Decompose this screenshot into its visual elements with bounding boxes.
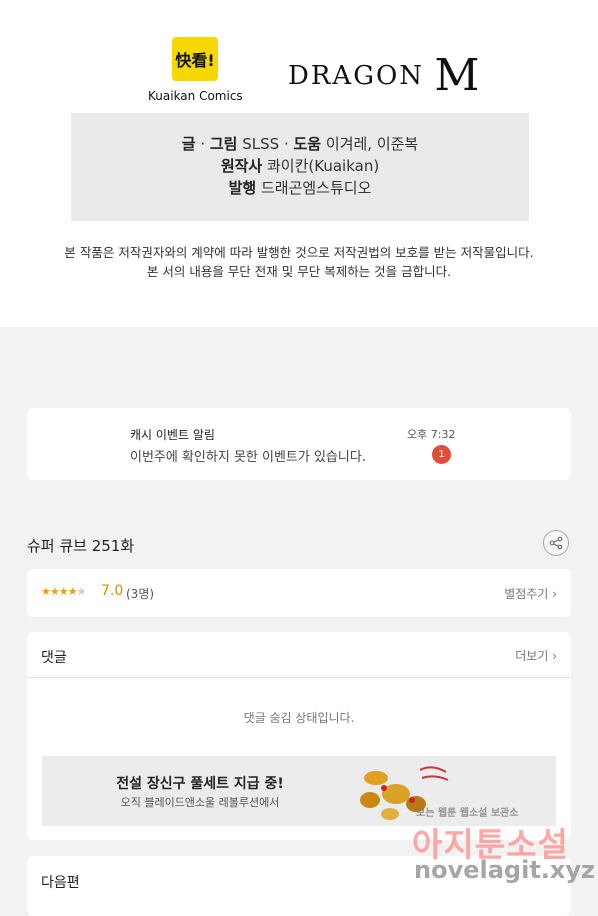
comments-more-label: 더보기 bbox=[515, 649, 549, 663]
divider bbox=[27, 677, 571, 678]
credits-box: 글 · 그림 SLSS · 도움 이겨레, 이준복 원작사 콰이칸(Kuaika… bbox=[71, 113, 529, 221]
publisher-label: 발행 bbox=[228, 179, 257, 197]
copyright-notice: 본 작품은 저작권자와의 계약에 따라 발행한 것으로 저작권법의 보호를 받는… bbox=[0, 243, 598, 281]
copyright-line-2: 본 서의 내용을 무단 전재 및 무단 복제하는 것을 금합니다. bbox=[146, 264, 452, 279]
next-episode-label: 다음편 bbox=[41, 875, 80, 891]
kuaikan-logo: 快看! bbox=[172, 37, 218, 81]
dragon-logo-m: M bbox=[434, 50, 482, 101]
artist-label: 그림 bbox=[209, 135, 238, 153]
rating-score: 7.0 bbox=[101, 583, 124, 599]
helper-names: 이겨레, 이준복 bbox=[325, 135, 419, 153]
accessory-set-image bbox=[360, 766, 449, 820]
comments-header: 댓글 bbox=[41, 650, 67, 666]
ad-banner-title: 전설 장신구 풀세트 지급 중! bbox=[116, 776, 284, 792]
publisher-name: 드래곤엠스튜디오 bbox=[260, 179, 372, 197]
chevron-right-icon: › bbox=[552, 649, 557, 663]
notification-count-badge: 1 bbox=[432, 445, 451, 464]
cash-event-time: 오후 7:32 bbox=[407, 428, 456, 441]
next-episode-bar[interactable]: 다음편 bbox=[27, 856, 571, 916]
kuaikan-logo-mark: 快看! bbox=[175, 51, 215, 70]
cash-event-description: 이번주에 확인하지 못한 이벤트가 있습니다. bbox=[130, 450, 366, 465]
author-name: SLSS bbox=[242, 135, 280, 153]
comments-more-button[interactable]: 더보기 › bbox=[515, 647, 557, 664]
share-button[interactable] bbox=[543, 530, 569, 556]
cash-event-title: 캐시 이벤트 알림 bbox=[130, 428, 215, 442]
episode-title: 슈퍼 큐브 251화 bbox=[27, 537, 135, 555]
credits-publisher-row: 발행 드래곤엠스튜디오 bbox=[71, 177, 529, 199]
chevron-right-icon: › bbox=[552, 587, 557, 601]
ad-banner[interactable]: 전설 장신구 풀세트 지급 중! 오직 블레이드앤소울 레볼루션에서 bbox=[42, 756, 556, 826]
rating-count: (3명) bbox=[126, 587, 155, 601]
credits-original-row: 원작사 콰이칸(Kuaikan) bbox=[71, 155, 529, 177]
kuaikan-logo-text: Kuaikan Comics bbox=[148, 89, 243, 103]
share-icon bbox=[549, 536, 563, 550]
dragon-logo-text: DRAGON bbox=[288, 61, 425, 91]
help-label: 도움 bbox=[293, 135, 322, 153]
rating-bar: ★★★★★ 7.0 (3명) 별점주기 › bbox=[27, 569, 571, 617]
star-icons-filled: ★★★★ bbox=[41, 585, 77, 598]
original-label: 원작사 bbox=[220, 157, 263, 175]
episode-footer-section: 快看! Kuaikan Comics DRAGON M 글 · 그림 SLSS … bbox=[0, 0, 598, 327]
writer-label: 글 bbox=[181, 135, 196, 153]
dragon-m-logo: DRAGON M bbox=[288, 50, 481, 101]
rate-button[interactable]: 별점주기 › bbox=[504, 585, 557, 602]
comments-section: 댓글 더보기 › 댓글 숨김 상태입니다. 전설 장신구 풀세트 지급 중! 오… bbox=[27, 632, 571, 840]
cash-event-notification[interactable]: 캐시 이벤트 알림 이번주에 확인하지 못한 이벤트가 있습니다. 오후 7:3… bbox=[27, 408, 571, 480]
original-name: 콰이칸(Kuaikan) bbox=[267, 157, 380, 175]
star-rating: ★★★★★ bbox=[41, 585, 86, 598]
copyright-line-1: 본 작품은 저작권자와의 계약에 따라 발행한 것으로 저작권법의 보호를 받는… bbox=[64, 245, 534, 260]
rate-button-label: 별점주기 bbox=[504, 587, 549, 601]
star-icons-empty: ★ bbox=[76, 585, 86, 598]
credits-author-row: 글 · 그림 SLSS · 도움 이겨레, 이준복 bbox=[181, 135, 419, 153]
comments-hidden-message: 댓글 숨김 상태입니다. bbox=[243, 711, 355, 725]
ad-banner-subtitle: 오직 블레이드앤소울 레볼루션에서 bbox=[120, 796, 280, 809]
